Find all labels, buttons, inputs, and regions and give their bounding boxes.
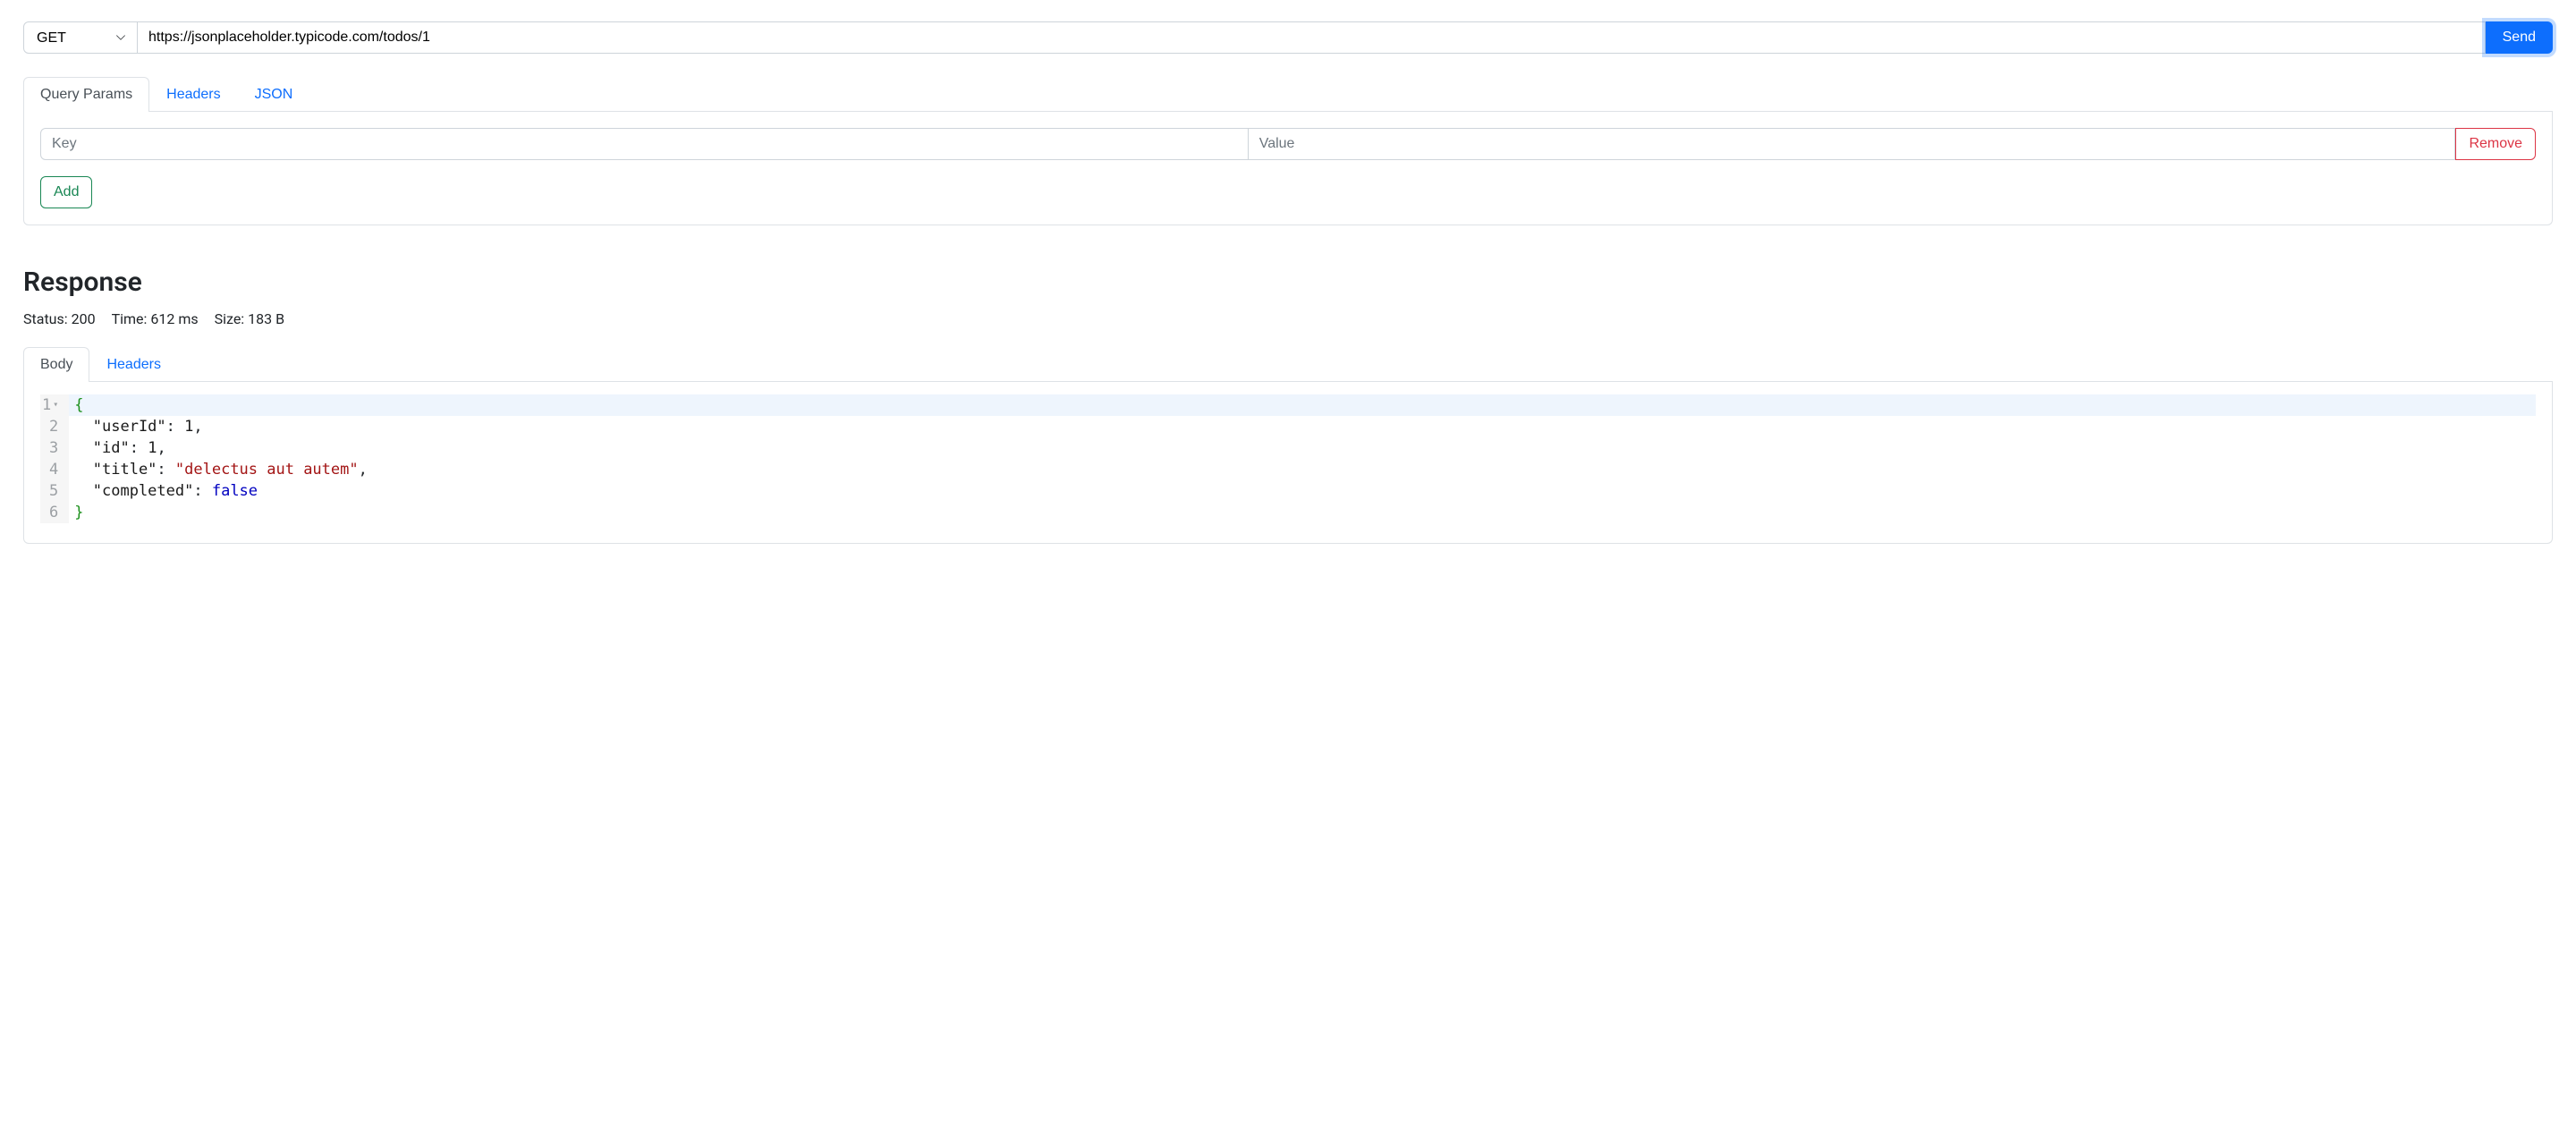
param-key-input[interactable] — [40, 128, 1249, 160]
code-line: "completed": false — [69, 480, 2536, 502]
response-meta: Status: 200 Time: 612 ms Size: 183 B — [23, 310, 2553, 327]
http-method-select[interactable]: GET — [23, 21, 138, 54]
request-tabs: Query Params Headers JSON — [23, 77, 2553, 112]
code-line: "title": "delectus aut autem", — [69, 459, 2536, 480]
response-heading: Response — [23, 267, 2553, 298]
line-number: 3 — [40, 437, 60, 459]
response-size: Size: 183 B — [215, 310, 284, 327]
line-gutter: 1▾ 2 3 4 5 6 — [40, 394, 69, 523]
response-status: Status: 200 — [23, 310, 96, 327]
code-line: "userId": 1, — [69, 416, 2536, 437]
line-number: 1▾ — [40, 394, 60, 416]
send-button[interactable]: Send — [2486, 21, 2553, 54]
code-body[interactable]: { "userId": 1, "id": 1, "title": "delect… — [69, 394, 2536, 523]
line-number: 6 — [40, 502, 60, 523]
tab-headers[interactable]: Headers — [149, 77, 237, 112]
param-row: Remove — [40, 128, 2536, 160]
tab-body[interactable]: Body — [23, 347, 89, 382]
query-params-panel: Remove Add — [23, 112, 2553, 225]
request-bar: GET Send — [23, 21, 2553, 54]
code-line: } — [69, 502, 2536, 523]
tab-response-headers[interactable]: Headers — [89, 347, 177, 382]
code-line: { — [69, 394, 2536, 416]
tab-json[interactable]: JSON — [238, 77, 310, 112]
code-editor: 1▾ 2 3 4 5 6 { "userId": 1, "id": 1, "ti… — [40, 394, 2536, 523]
response-body-panel: 1▾ 2 3 4 5 6 { "userId": 1, "id": 1, "ti… — [23, 382, 2553, 544]
response-tabs: Body Headers — [23, 347, 2553, 382]
url-input[interactable] — [138, 21, 2486, 54]
tab-query-params[interactable]: Query Params — [23, 77, 149, 112]
param-value-input[interactable] — [1249, 128, 2456, 160]
response-time: Time: 612 ms — [112, 310, 199, 327]
line-number: 4 — [40, 459, 60, 480]
code-line: "id": 1, — [69, 437, 2536, 459]
fold-toggle-icon[interactable]: ▾ — [51, 400, 58, 410]
remove-param-button[interactable]: Remove — [2455, 128, 2536, 160]
add-param-button[interactable]: Add — [40, 176, 92, 208]
line-number: 5 — [40, 480, 60, 502]
line-number: 2 — [40, 416, 60, 437]
